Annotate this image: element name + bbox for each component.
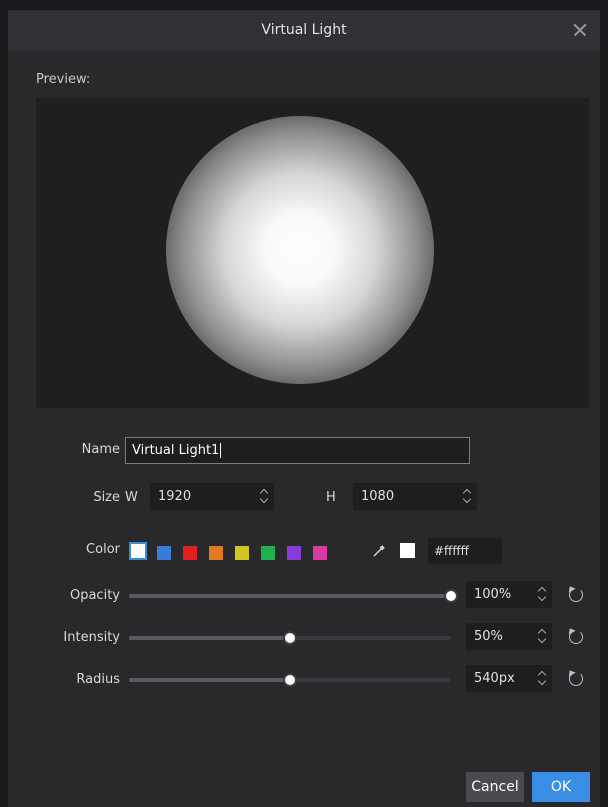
opacity-slider-fill [129, 594, 451, 598]
ok-button[interactable]: OK [532, 772, 590, 802]
name-input[interactable]: Virtual Light1 [125, 437, 470, 464]
dialog-title: Virtual Light [261, 22, 347, 38]
swatch-purple[interactable] [286, 545, 302, 561]
radius-slider[interactable] [129, 673, 451, 687]
radius-label: Radius [76, 672, 120, 687]
width-stepper-icon[interactable] [258, 485, 270, 507]
swatch-red[interactable] [182, 545, 198, 561]
current-color-swatch[interactable] [400, 543, 415, 558]
height-stepper-icon[interactable] [461, 485, 473, 507]
radius-slider-fill [129, 678, 290, 682]
title-bar: Virtual Light [8, 10, 600, 50]
intensity-spinbox[interactable]: 50% [466, 623, 552, 650]
radius-stepper-icon[interactable] [536, 667, 548, 689]
intensity-stepper-icon[interactable] [536, 625, 548, 647]
opacity-reset-icon[interactable] [569, 588, 583, 602]
width-label: W [125, 490, 138, 505]
swatch-yellow[interactable] [234, 545, 250, 561]
intensity-slider-thumb[interactable] [283, 631, 297, 645]
radius-value: 540px [474, 671, 515, 686]
cancel-button[interactable]: Cancel [466, 772, 524, 802]
swatch-green[interactable] [260, 545, 276, 561]
opacity-slider-thumb[interactable] [444, 589, 458, 603]
opacity-spinbox[interactable]: 100% [466, 581, 552, 608]
opacity-value: 100% [474, 587, 512, 602]
swatch-blue[interactable] [156, 545, 172, 561]
name-label: Name [81, 442, 120, 457]
preview-label: Preview: [36, 72, 91, 87]
swatch-pink[interactable] [312, 545, 328, 561]
swatch-white[interactable] [129, 542, 147, 560]
intensity-value: 50% [474, 629, 503, 644]
intensity-slider[interactable] [129, 631, 451, 645]
radius-spinbox[interactable]: 540px [466, 665, 552, 692]
height-label: H [326, 490, 336, 505]
width-value: 1920 [158, 489, 192, 504]
opacity-label: Opacity [69, 588, 120, 603]
virtual-light-dialog: Virtual Light Preview: Name Virtual Ligh… [8, 10, 600, 807]
name-input-value: Virtual Light1 [132, 443, 220, 458]
swatch-orange[interactable] [208, 545, 224, 561]
text-caret [220, 443, 222, 458]
hex-input[interactable]: #ffffff [428, 538, 502, 564]
radius-slider-thumb[interactable] [283, 673, 297, 687]
height-value: 1080 [361, 489, 395, 504]
size-label: Size [93, 490, 120, 505]
color-label: Color [86, 542, 120, 557]
intensity-slider-fill [129, 636, 290, 640]
eyedropper-icon[interactable] [372, 543, 386, 557]
height-spinbox[interactable]: 1080 [353, 483, 477, 510]
intensity-reset-icon[interactable] [569, 630, 583, 644]
light-glow [166, 116, 434, 384]
opacity-slider[interactable] [129, 589, 458, 603]
close-icon[interactable] [566, 16, 594, 44]
radius-reset-icon[interactable] [569, 672, 583, 686]
opacity-stepper-icon[interactable] [536, 583, 548, 605]
intensity-label: Intensity [63, 630, 120, 645]
width-spinbox[interactable]: 1920 [150, 483, 274, 510]
preview-canvas [36, 98, 589, 408]
